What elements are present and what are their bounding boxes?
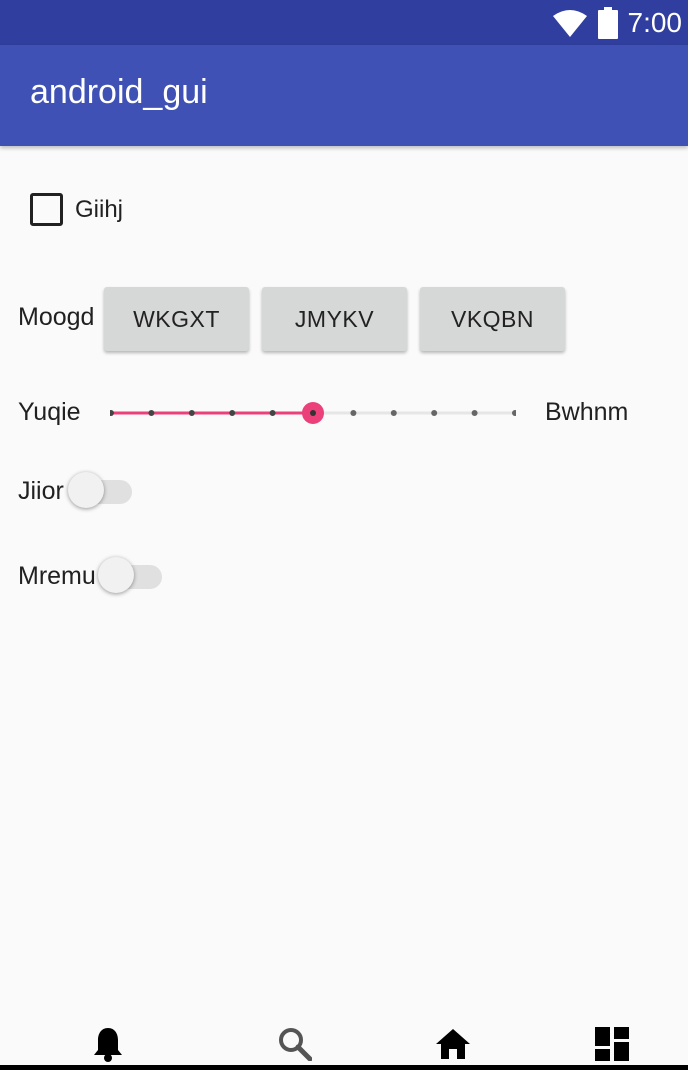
seekbar-tick — [471, 410, 478, 416]
seekbar-tick — [148, 410, 155, 416]
switch-thumb[interactable] — [98, 557, 134, 593]
discrete-seekbar[interactable] — [108, 398, 518, 428]
dashboard-tab[interactable] — [592, 1024, 632, 1064]
vkqbn-button[interactable]: VKQBN — [420, 287, 565, 351]
seekbar-start-label: Yuqie — [18, 398, 81, 426]
mremu-label: Mremu — [18, 562, 96, 590]
seekbar-tick — [229, 410, 236, 416]
bottom-navigation — [0, 1010, 688, 1070]
checkbox-box[interactable] — [30, 193, 63, 226]
giihj-checkbox[interactable]: Giihj — [30, 193, 123, 226]
seekbar-thumb-tick — [310, 410, 316, 416]
bell-icon — [94, 1028, 122, 1062]
status-time: 7:00 — [627, 6, 683, 38]
home-tab[interactable] — [433, 1024, 473, 1064]
wifi-icon — [552, 9, 587, 37]
jiior-label: Jiior — [18, 477, 64, 505]
battery-icon — [597, 6, 618, 39]
seekbar-tick — [108, 410, 114, 416]
jiior-switch[interactable] — [68, 472, 132, 512]
status-bar: 7:00 — [0, 0, 688, 45]
seekbar-end-label: Bwhnm — [545, 398, 629, 426]
app-title: android_gui — [30, 73, 208, 111]
search-tab[interactable] — [275, 1024, 315, 1064]
seekbar-tick — [390, 410, 397, 416]
notifications-tab[interactable] — [88, 1024, 128, 1064]
checkbox-label: Giihj — [75, 195, 124, 223]
seekbar-tick — [431, 410, 438, 416]
home-icon — [436, 1029, 470, 1059]
seekbar-tick — [269, 410, 276, 416]
wkgxt-button[interactable]: WKGXT — [104, 287, 249, 351]
seekbar-tick — [188, 410, 195, 416]
seekbar-track[interactable] — [108, 398, 518, 428]
seekbar-tick — [350, 410, 357, 416]
button-row-label: Moogd — [18, 303, 95, 331]
seekbar-tick — [512, 410, 518, 416]
switch-thumb[interactable] — [68, 472, 104, 508]
app-bar: android_gui — [0, 45, 688, 146]
search-icon — [279, 1028, 312, 1061]
mremu-switch[interactable] — [98, 557, 162, 597]
nav-baseline — [0, 1065, 688, 1070]
jmykv-button[interactable]: JMYKV — [262, 287, 407, 351]
dashboard-icon — [595, 1027, 629, 1061]
